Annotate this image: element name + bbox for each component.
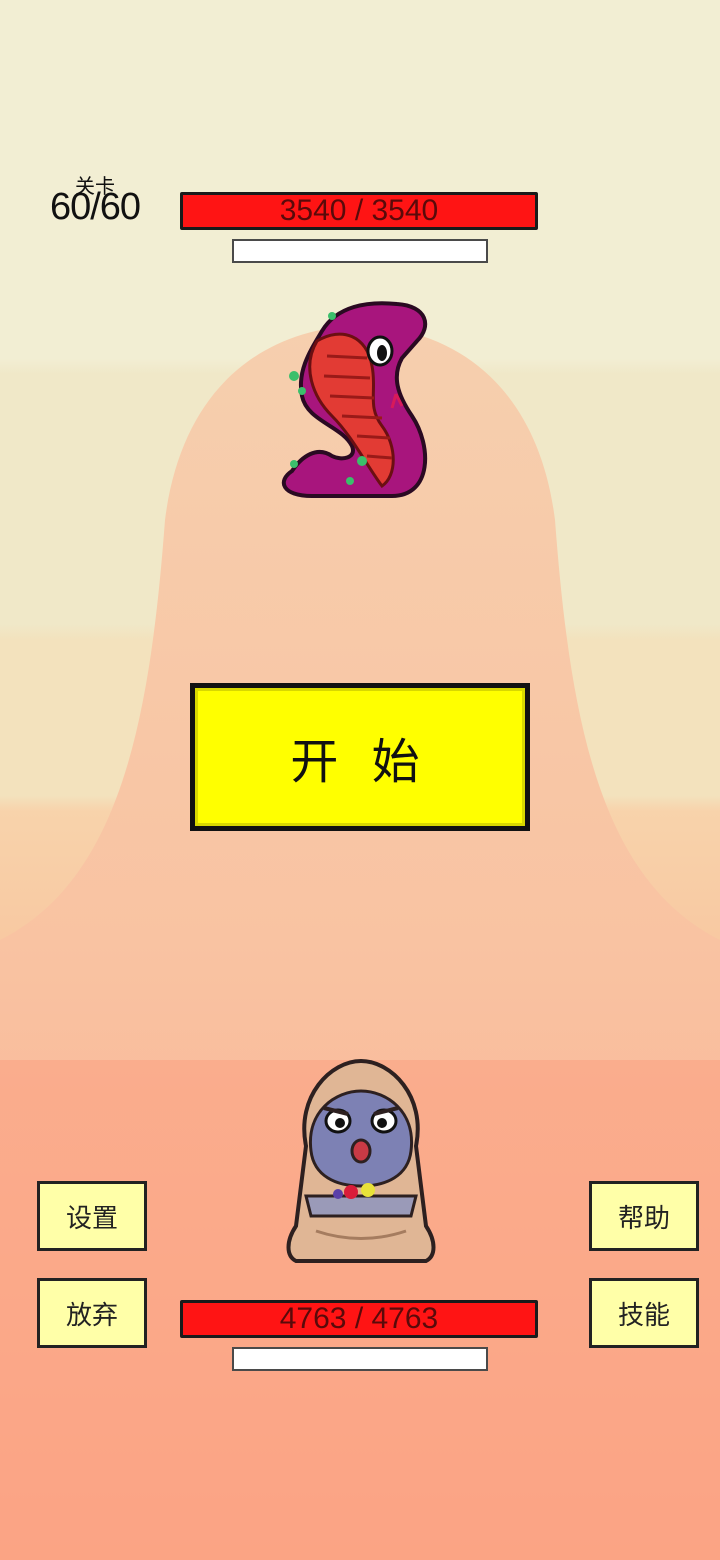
settings-button[interactable]: 设置 xyxy=(37,1181,147,1251)
enemy-hp-text: 3540 / 3540 xyxy=(279,194,439,227)
help-button[interactable]: 帮助 xyxy=(589,1181,699,1251)
level-counter: 60/60 xyxy=(49,186,141,228)
player-shield-bar xyxy=(232,1347,488,1371)
game-stage: 关卡 60/60 3540 / 3540 开 始 设置 放弃 帮助 技能 476… xyxy=(0,0,720,1560)
enemy-hp-bar: 3540 / 3540 xyxy=(180,192,538,230)
hooded-frog-icon xyxy=(286,1058,436,1263)
player-hp-bar: 4763 / 4763 xyxy=(180,1300,538,1338)
start-button[interactable]: 开 始 xyxy=(190,683,530,831)
enemy-shield-bar xyxy=(232,239,488,263)
give-up-button[interactable]: 放弃 xyxy=(37,1278,147,1348)
player-hp-text: 4763 / 4763 xyxy=(279,1302,439,1335)
cobra-snake-icon xyxy=(281,301,428,498)
skills-button[interactable]: 技能 xyxy=(589,1278,699,1348)
start-button-label: 开 始 xyxy=(290,736,430,789)
